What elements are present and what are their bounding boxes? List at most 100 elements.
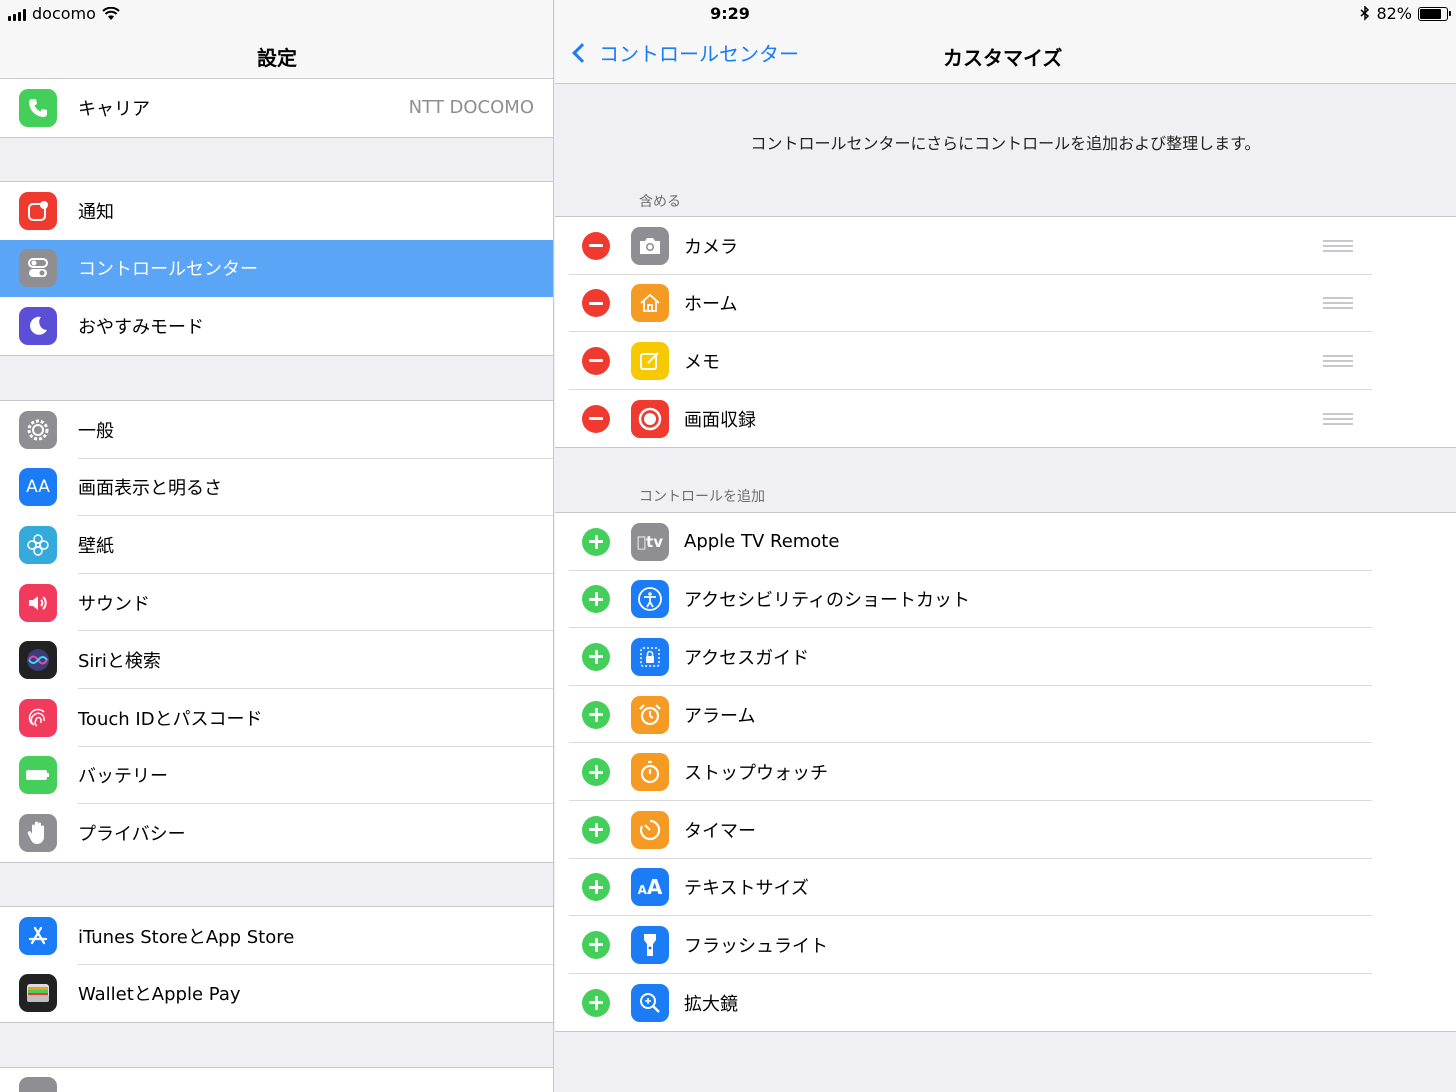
included-controls: カメラ ホーム メモ 画面収録	[555, 216, 1456, 449]
settings-group-3: iTunes StoreとApp Store WalletとApple Pay	[0, 906, 553, 1024]
sidebar-item[interactable]: コントロールセンター	[0, 239, 553, 298]
sound-icon	[19, 583, 57, 622]
status-right: 82%	[1360, 4, 1451, 23]
add-control-button[interactable]	[582, 585, 610, 614]
more-controls: tv Apple TV Remote アクセシビリティのショートカットアクセスガイ…	[555, 512, 1456, 1033]
sidebar-item[interactable]: Siriと検索	[0, 631, 553, 689]
display-icon: AA	[19, 468, 57, 507]
add-control-button[interactable]	[582, 988, 610, 1017]
control-label: アクセスガイド	[684, 647, 810, 669]
moon-icon	[19, 306, 57, 345]
sidebar-item-carrier[interactable]: キャリア NTT DOCOMO	[0, 79, 553, 137]
included-control-row: 画面収録	[555, 390, 1456, 448]
sidebar-item[interactable]: iTunes StoreとApp Store	[0, 907, 553, 965]
sidebar-title: 設定	[257, 46, 297, 70]
sidebar-item[interactable]: 一般	[0, 401, 553, 459]
sidebar-item-label: 画面表示と明るさ	[78, 478, 222, 500]
sidebar-item-label: Siriと検索	[78, 651, 161, 673]
siri-icon	[19, 641, 57, 680]
reorder-handle-icon[interactable]	[1323, 354, 1353, 367]
back-button[interactable]: コントロールセンター	[569, 38, 799, 67]
battery-percent: 82%	[1376, 4, 1412, 23]
control-label: 画面収録	[684, 409, 756, 431]
alarm-icon	[631, 695, 669, 734]
available-control-row: ストップウォッチ	[555, 743, 1456, 801]
control-label: テキストサイズ	[684, 878, 809, 900]
remove-control-button[interactable]	[582, 289, 610, 318]
available-control-row: フラッシュライト	[555, 916, 1456, 974]
camera-icon	[631, 226, 669, 265]
available-control-row: 拡大鏡	[555, 974, 1456, 1032]
sidebar-item[interactable]: プライバシー	[0, 804, 553, 862]
control-center-icon	[19, 249, 57, 288]
sidebar-item-label: キャリア	[78, 98, 150, 120]
sidebar-item-label: コントロールセンター	[78, 259, 258, 281]
add-control-button[interactable]	[582, 642, 610, 671]
sidebar-item-label: iTunes StoreとApp Store	[78, 926, 295, 948]
sidebar-item-label: 通知	[78, 201, 114, 223]
included-section-header: 含める	[639, 194, 681, 210]
key-icon	[19, 1077, 57, 1092]
status-time: 9:29	[710, 4, 750, 23]
sidebar-item-label: 壁紙	[78, 535, 114, 557]
available-control-row: tv Apple TV Remote	[555, 513, 1456, 571]
control-label: アラーム	[684, 705, 756, 727]
phone-icon	[19, 88, 57, 127]
magnifier-icon	[631, 983, 669, 1022]
reorder-handle-icon[interactable]	[1323, 412, 1353, 425]
sidebar-item[interactable]: 通知	[0, 182, 553, 240]
guided-access-icon	[631, 637, 669, 676]
screen-record-icon	[631, 399, 669, 438]
available-control-row: AA テキストサイズ	[555, 859, 1456, 917]
included-control-row: メモ	[555, 332, 1456, 390]
reorder-handle-icon[interactable]	[1323, 297, 1353, 310]
settings-sidebar: 設定 キャリア NTT DOCOMO 通知コントロールセンター おやすみモード 一…	[0, 0, 554, 1092]
sidebar-item-label: プライバシー	[78, 823, 186, 845]
remove-control-button[interactable]	[582, 346, 610, 375]
notes-icon	[631, 341, 669, 380]
control-label: Apple TV Remote	[684, 531, 840, 553]
bluetooth-icon	[1360, 6, 1370, 21]
accessibility-icon	[631, 580, 669, 619]
add-control-button[interactable]	[582, 700, 610, 729]
sidebar-item[interactable]: サウンド	[0, 574, 553, 632]
apple-tv-icon: tv	[631, 522, 669, 561]
customize-description: コントロールセンターにさらにコントロールを追加および整理します。	[750, 134, 1261, 153]
carrier-value: NTT DOCOMO	[408, 97, 534, 119]
sidebar-item[interactable]: 壁紙	[0, 516, 553, 574]
remove-control-button[interactable]	[582, 231, 610, 260]
reorder-handle-icon[interactable]	[1323, 239, 1353, 252]
sidebar-item[interactable]: WalletとApple Pay	[0, 965, 553, 1023]
sidebar-item-label: サウンド	[78, 593, 150, 615]
control-label: メモ	[684, 351, 720, 373]
available-control-row: タイマー	[555, 801, 1456, 859]
available-control-row: アクセスガイド	[555, 628, 1456, 686]
available-control-row: アクセシビリティのショートカット	[555, 571, 1456, 629]
settings-group-1: 通知コントロールセンター おやすみモード	[0, 181, 553, 356]
home-icon	[631, 284, 669, 323]
control-label: アクセシビリティのショートカット	[684, 590, 971, 612]
sidebar-item[interactable]: Touch IDとパスコード	[0, 689, 553, 747]
sidebar-item-label: バッテリー	[78, 766, 168, 788]
sidebar-item-label: おやすみモード	[78, 316, 204, 338]
control-label: カメラ	[684, 236, 738, 258]
control-label: ストップウォッチ	[684, 763, 828, 785]
add-control-button[interactable]	[582, 527, 610, 556]
hand-icon	[19, 813, 57, 852]
add-control-button[interactable]	[582, 873, 610, 902]
sidebar-item[interactable]: バッテリー	[0, 747, 553, 805]
battery-icon	[19, 756, 57, 795]
sidebar-item-label: WalletとApple Pay	[78, 984, 241, 1006]
available-control-row: アラーム	[555, 686, 1456, 744]
battery-icon	[1418, 6, 1451, 21]
sidebar-item[interactable]: AA 画面表示と明るさ	[0, 459, 553, 517]
stopwatch-icon	[631, 753, 669, 792]
sidebar-item[interactable]: おやすみモード	[0, 297, 553, 355]
included-control-row: カメラ	[555, 217, 1456, 275]
add-control-button[interactable]	[582, 758, 610, 787]
remove-control-button[interactable]	[582, 404, 610, 433]
fingerprint-icon	[19, 698, 57, 737]
page-title: カスタマイズ	[943, 46, 1063, 70]
add-control-button[interactable]	[582, 815, 610, 844]
add-control-button[interactable]	[582, 930, 610, 959]
